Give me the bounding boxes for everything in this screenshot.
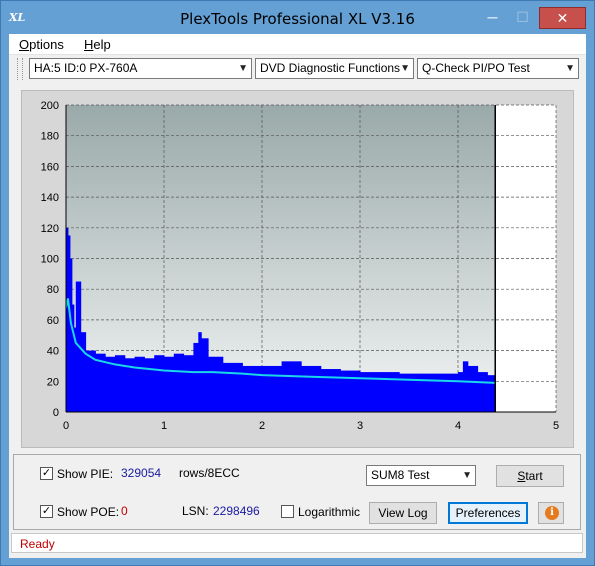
view-log-button[interactable]: View Log [369,502,437,524]
sum-test-select-value: SUM8 Test [371,468,430,482]
drive-select-value: HA:5 ID:0 PX-760A [34,61,138,75]
show-pie-label: Show PIE: [57,467,114,481]
maximize-button[interactable]: ☐ [509,7,536,29]
y-tick-label: 100 [41,254,59,266]
maximize-icon: ☐ [516,9,529,25]
lsn-value: 2298496 [213,504,260,518]
main-window: XL PlexTools Professional XL V3.16 ─ ☐ ✕… [0,0,595,566]
pie-bar [154,355,165,412]
client-area: Options Help HA:5 ID:0 PX-760A ▼ DVD Dia… [9,34,586,558]
pie-bar [477,372,488,412]
pie-bar [201,338,209,412]
start-button[interactable]: Start [496,465,564,487]
pie-bar [262,365,283,412]
chart-frame: 0 20 40 60 80 100 120 140 160 180 200 0 1 2 3 4 5 [21,90,574,448]
sum-test-select[interactable]: SUM8 Test ▼ [366,465,476,486]
y-tick-label: 40 [47,346,59,358]
x-tick-label: 3 [357,420,363,432]
info-button[interactable]: i [538,502,564,524]
title-bar[interactable]: XL PlexTools Professional XL V3.16 ─ ☐ ✕ [1,1,594,35]
pie-bar [80,332,87,412]
y-tick-label: 120 [41,223,59,235]
toolbar-grip[interactable] [17,58,23,80]
chevron-down-icon: ▼ [462,470,472,481]
x-tick-label: 4 [455,420,461,432]
x-tick-label: 5 [553,420,559,432]
pie-bar [134,356,145,412]
pie-value: 329054 [121,466,162,480]
chevron-down-icon: ▼ [238,63,248,74]
menu-help[interactable]: Help [84,37,111,52]
pie-bar [458,372,464,412]
y-tick-label: 0 [53,407,59,419]
lsn-label: LSN: [182,504,209,518]
pie-bar [242,365,263,412]
pie-bar [438,373,459,412]
y-tick-label: 180 [41,131,59,143]
y-tick-label: 160 [41,161,59,173]
function-select[interactable]: DVD Diagnostic Functions ▼ [255,58,414,79]
pie-bar [222,362,243,412]
rows-label: rows/8ECC [179,466,240,480]
show-pie-checkbox[interactable]: ✓ [40,467,53,480]
pie-bar [208,356,224,412]
test-select[interactable]: Q-Check PI/PO Test ▼ [417,58,579,79]
pi-po-chart: 0 20 40 60 80 100 120 140 160 180 200 0 1 2 3 4 5 [41,100,559,432]
chevron-down-icon: ▼ [400,63,410,74]
pie-bar [462,361,469,412]
status-text: Ready [20,537,55,551]
pie-bar [193,342,199,412]
close-icon: ✕ [556,10,569,26]
preferences-button[interactable]: Preferences [448,502,528,524]
pie-bar [281,361,302,412]
y-tick-label: 200 [41,100,59,112]
info-icon: i [545,506,559,520]
status-bar: Ready [11,533,583,553]
drive-select[interactable]: HA:5 ID:0 PX-760A ▼ [29,58,252,79]
pie-bar [467,365,479,412]
function-select-value: DVD Diagnostic Functions [260,61,401,75]
stats-panel: ✓ Show PIE: 329054 rows/8ECC SUM8 Test ▼… [13,454,581,530]
y-tick-label: 60 [47,315,59,327]
pie-bar [301,365,322,412]
test-select-value: Q-Check PI/PO Test [422,61,530,75]
y-tick-label: 140 [41,192,59,204]
pie-bar [320,369,341,412]
logarithmic-label: Logarithmic [298,505,361,519]
logarithmic-checkbox[interactable] [281,505,294,518]
show-poe-checkbox[interactable]: ✓ [40,505,53,518]
pie-bar [183,355,194,412]
menu-options[interactable]: Options [19,37,64,52]
pie-bar [173,353,185,412]
show-poe-label: Show POE: [57,505,120,519]
pie-bar [487,375,496,412]
x-tick-label: 1 [161,420,167,432]
poe-value: 0 [121,504,128,518]
pie-bar [144,358,155,412]
minimize-button[interactable]: ─ [479,7,506,29]
toolbar: HA:5 ID:0 PX-760A ▼ DVD Diagnostic Funct… [9,54,586,84]
pie-bar [164,356,175,412]
chevron-down-icon: ▼ [565,63,575,74]
x-tick-label: 2 [259,420,265,432]
x-tick-label: 0 [63,420,69,432]
close-button[interactable]: ✕ [539,7,586,29]
y-tick-label: 20 [47,376,59,388]
y-tick-label: 80 [47,284,59,296]
minimize-icon: ─ [487,9,498,25]
menu-bar: Options Help [9,34,586,55]
